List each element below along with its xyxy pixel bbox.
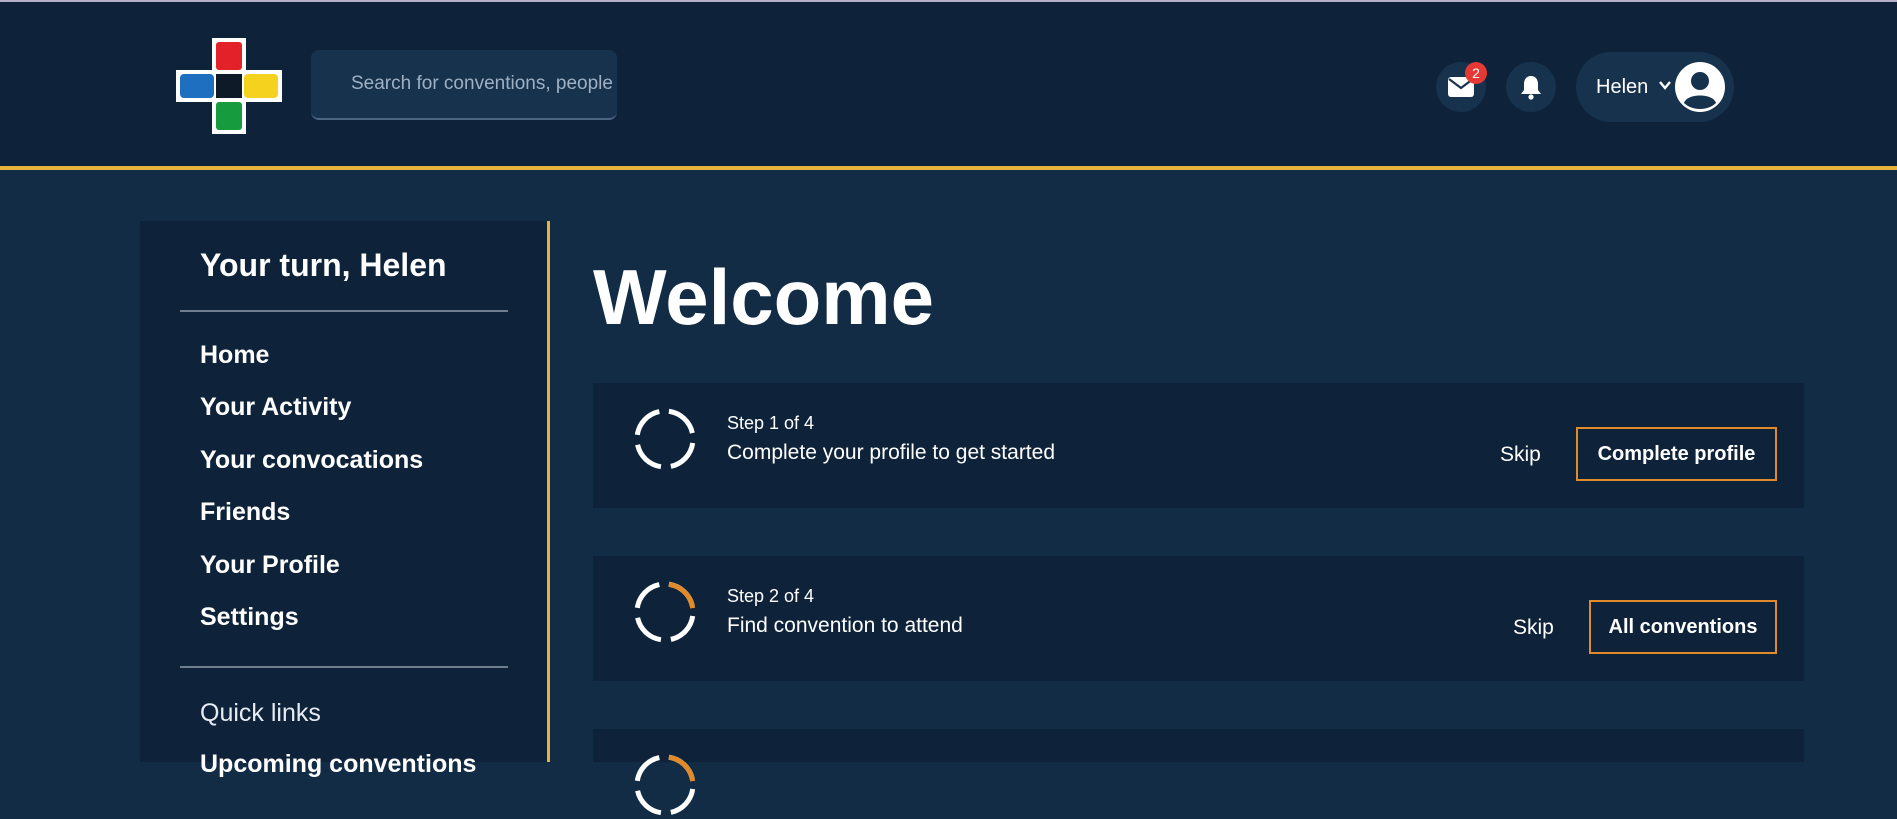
sidebar-divider [180, 666, 508, 668]
step-progress-ring-icon [634, 754, 696, 816]
complete-profile-button[interactable]: Complete profile [1576, 427, 1777, 481]
onboarding-step-card: Step 2 of 4 Find convention to attend Sk… [593, 556, 1804, 681]
user-menu-button[interactable]: Helen [1576, 52, 1734, 122]
top-header: 2 Helen [0, 2, 1897, 170]
sidebar-item-home[interactable]: Home [200, 341, 269, 370]
onboarding-step-card [593, 729, 1804, 816]
user-avatar-icon [1675, 62, 1725, 112]
user-name: Helen [1596, 76, 1649, 98]
sidebar-item-settings[interactable]: Settings [200, 603, 299, 632]
page-title: Welcome [593, 253, 935, 341]
sidebar: Your turn, Helen Home Your Activity Your… [140, 221, 550, 778]
sidebar-item-your-activity[interactable]: Your Activity [200, 393, 351, 422]
messages-button[interactable]: 2 [1436, 62, 1487, 112]
sidebar-item-friends[interactable]: Friends [200, 498, 290, 527]
plus-cross-logo[interactable] [172, 36, 286, 136]
step-progress-ring-icon [634, 408, 696, 470]
message-count-badge: 2 [1465, 62, 1487, 84]
search-box [311, 50, 617, 120]
all-conventions-button[interactable]: All conventions [1589, 600, 1777, 654]
sidebar-title: Your turn, Helen [200, 247, 447, 283]
step-description: Complete your profile to get started [727, 441, 1056, 464]
sidebar-item-your-profile[interactable]: Your Profile [200, 551, 340, 580]
skip-button[interactable]: Skip [1500, 443, 1541, 467]
step-progress-ring-icon [634, 581, 696, 643]
sidebar-divider [180, 310, 508, 312]
step-label: Step 1 of 4 [727, 413, 815, 433]
bell-icon [1521, 76, 1541, 100]
search-input[interactable] [311, 50, 617, 118]
chevron-down-icon [1659, 81, 1671, 90]
notifications-button[interactable] [1506, 62, 1556, 112]
quick-link-upcoming-conventions[interactable]: Upcoming conventions [200, 750, 476, 779]
step-label: Step 2 of 4 [727, 586, 815, 606]
sidebar-item-your-convocations[interactable]: Your convocations [200, 446, 423, 475]
skip-button[interactable]: Skip [1513, 616, 1554, 640]
quick-links-title: Quick links [200, 699, 321, 727]
onboarding-step-card: Step 1 of 4 Complete your profile to get… [593, 383, 1804, 508]
step-description: Find convention to attend [727, 614, 963, 637]
